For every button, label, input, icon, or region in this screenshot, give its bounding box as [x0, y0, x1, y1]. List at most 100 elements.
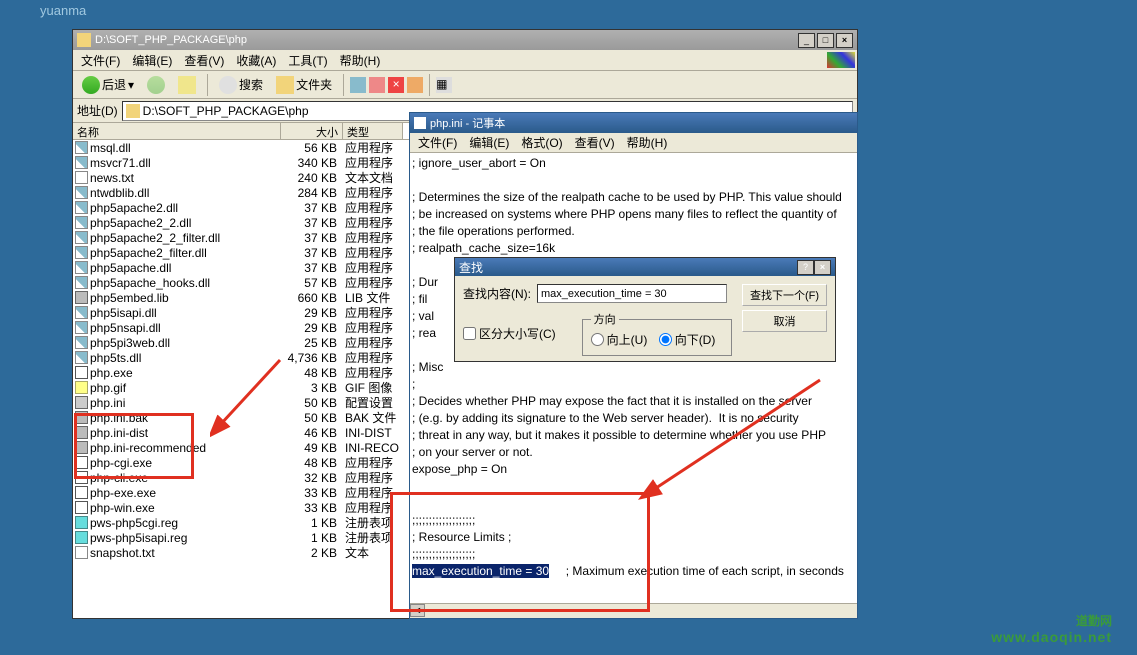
menu-favorites[interactable]: 收藏(A) [230, 50, 282, 71]
find-next-button[interactable]: 查找下一个(F) [742, 284, 827, 306]
maximize-button[interactable]: □ [817, 33, 834, 48]
col-name[interactable]: 名称 [73, 123, 281, 139]
notepad-text-area[interactable]: ; ignore_user_abort = On ; Determines th… [410, 153, 857, 603]
file-name: php5ts.dll [90, 351, 141, 365]
file-name: ntwdblib.dll [90, 186, 149, 200]
file-size: 37 KB [281, 216, 343, 230]
file-icon [75, 216, 88, 229]
find-title: 查找 [459, 259, 797, 276]
file-name: php5nsapi.dll [90, 321, 161, 335]
up-button[interactable] [173, 73, 201, 97]
file-icon [75, 201, 88, 214]
find-input[interactable] [537, 284, 727, 303]
watermark-text: yuanma [40, 3, 86, 18]
file-name: php.ini [90, 396, 125, 410]
text-after: ; Maximum execution time of each script,… [549, 564, 844, 578]
folders-button[interactable]: 文件夹 [271, 73, 337, 97]
file-name: news.txt [90, 171, 134, 185]
find-label: 查找内容(N): [463, 285, 531, 302]
delete-icon[interactable]: × [388, 77, 404, 93]
logo-brand: 道勤网 [991, 612, 1112, 629]
explorer-titlebar[interactable]: D:\SOFT_PHP_PACKAGE\php _ □ × [73, 30, 857, 50]
menu-tools[interactable]: 工具(T) [282, 50, 333, 71]
find-titlebar[interactable]: 查找 ? × [455, 258, 835, 276]
file-icon [75, 336, 88, 349]
cancel-button[interactable]: 取消 [742, 310, 827, 332]
file-name: php-exe.exe [90, 486, 156, 500]
np-menu-help[interactable]: 帮助(H) [621, 132, 674, 153]
direction-down[interactable]: 向下(D) [659, 331, 716, 348]
file-size: 4,736 KB [281, 351, 343, 365]
np-menu-format[interactable]: 格式(O) [515, 132, 568, 153]
file-icon [75, 141, 88, 154]
file-icon [75, 516, 88, 529]
file-name: php.gif [90, 381, 126, 395]
menu-edit[interactable]: 编辑(E) [126, 50, 178, 71]
scroll-left-icon[interactable]: ◄ [410, 604, 425, 617]
file-icon [75, 441, 88, 454]
np-menu-file[interactable]: 文件(F) [412, 132, 463, 153]
file-icon [75, 276, 88, 289]
col-size[interactable]: 大小 [281, 123, 343, 139]
notepad-menubar: 文件(F) 编辑(E) 格式(O) 查看(V) 帮助(H) [410, 133, 857, 153]
find-close-button[interactable]: × [814, 260, 831, 275]
file-icon [75, 246, 88, 259]
explorer-toolbar: 后退 ▾ 搜索 文件夹 × ▦ [73, 71, 857, 99]
file-type: INI-DIST [343, 426, 403, 440]
notepad-titlebar[interactable]: php.ini - 记事本 [410, 113, 857, 133]
file-name: pws-php5cgi.reg [90, 516, 178, 530]
file-size: 48 KB [281, 456, 343, 470]
views-icon[interactable]: ▦ [436, 77, 452, 93]
file-size: 56 KB [281, 141, 343, 155]
file-name: php.ini-recommended [90, 441, 206, 455]
explorer-menubar: 文件(F) 编辑(E) 查看(V) 收藏(A) 工具(T) 帮助(H) [73, 50, 857, 71]
file-icon [75, 396, 88, 409]
file-size: 48 KB [281, 366, 343, 380]
file-size: 240 KB [281, 171, 343, 185]
horizontal-scrollbar[interactable]: ◄ [410, 603, 857, 618]
file-icon [75, 456, 88, 469]
file-icon [75, 471, 88, 484]
file-icon [75, 531, 88, 544]
file-name: php5apache2_2_filter.dll [90, 231, 220, 245]
close-button[interactable]: × [836, 33, 853, 48]
menu-file[interactable]: 文件(F) [75, 50, 126, 71]
website-logo: 道勤网 www.daoqin.net [991, 612, 1112, 645]
windows-flag-icon [827, 52, 855, 68]
match-case-checkbox[interactable]: 区分大小写(C) [463, 325, 556, 342]
undo-icon[interactable] [407, 77, 423, 93]
search-button[interactable]: 搜索 [214, 73, 268, 97]
file-size: 3 KB [281, 381, 343, 395]
menu-view[interactable]: 查看(V) [178, 50, 230, 71]
forward-button[interactable] [142, 73, 170, 97]
file-name: php5apache_hooks.dll [90, 276, 210, 290]
file-icon [75, 501, 88, 514]
np-menu-edit[interactable]: 编辑(E) [463, 132, 515, 153]
file-size: 340 KB [281, 156, 343, 170]
file-icon [75, 486, 88, 499]
notepad-icon [414, 117, 426, 129]
highlighted-text: max_execution_time = 30 [412, 564, 549, 578]
file-icon [75, 186, 88, 199]
file-name: php.ini-dist [90, 426, 148, 440]
file-size: 29 KB [281, 306, 343, 320]
file-icon [75, 306, 88, 319]
np-menu-view[interactable]: 查看(V) [569, 132, 621, 153]
direction-group: 方向 向上(U) 向下(D) [582, 311, 733, 356]
col-type[interactable]: 类型 [343, 123, 403, 139]
file-name: php5pi3web.dll [90, 336, 170, 350]
minimize-button[interactable]: _ [798, 33, 815, 48]
file-name: php.ini.bak [90, 411, 148, 425]
find-help-button[interactable]: ? [797, 260, 814, 275]
menu-help[interactable]: 帮助(H) [334, 50, 387, 71]
file-size: 1 KB [281, 516, 343, 530]
cut-icon[interactable] [350, 77, 366, 93]
file-icon [75, 366, 88, 379]
copy-icon[interactable] [369, 77, 385, 93]
file-name: php-cgi.exe [90, 456, 152, 470]
back-button[interactable]: 后退 ▾ [77, 73, 139, 97]
direction-up[interactable]: 向上(U) [591, 331, 648, 348]
file-size: 37 KB [281, 246, 343, 260]
file-name: php.exe [90, 366, 133, 380]
file-name: pws-php5isapi.reg [90, 531, 187, 545]
